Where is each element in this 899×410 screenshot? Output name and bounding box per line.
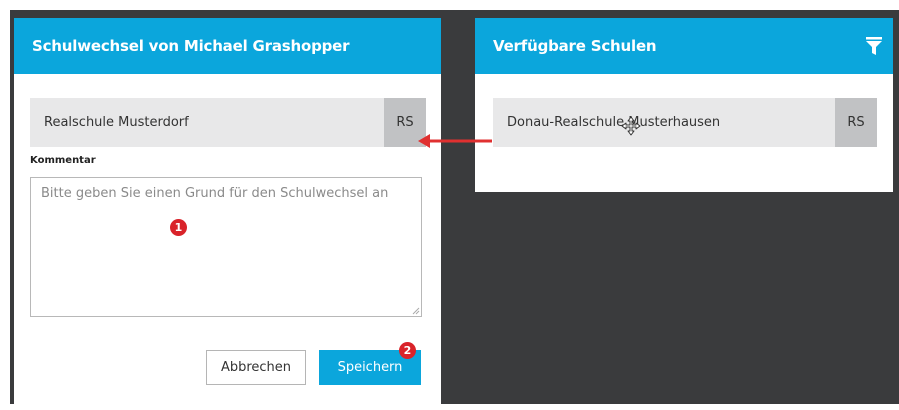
selected-school-item[interactable]: Realschule Musterdorf RS [30,98,426,147]
frame-left [0,0,10,410]
school-change-header: Schulwechsel von Michael Grashopper [14,18,441,74]
frame-top [0,0,899,10]
frame-bottom [0,404,899,410]
drag-arrow-icon [418,134,492,148]
resize-handle-icon[interactable] [412,307,420,315]
comment-field[interactable] [30,177,422,317]
move-cursor-icon [621,116,641,136]
filter-icon[interactable] [865,36,883,56]
available-school-item[interactable]: Donau-Realschule Musterhausen RS [493,98,877,147]
panel-title: Verfügbare Schulen [493,37,657,55]
cancel-button[interactable]: Abbrechen [206,350,306,385]
panel-title: Schulwechsel von Michael Grashopper [32,37,350,55]
selected-school-name: Realschule Musterdorf [44,115,189,130]
available-schools-panel: Verfügbare Schulen Donau-Realschule Must… [475,18,893,192]
school-type-badge: RS [835,98,877,147]
available-school-name: Donau-Realschule Musterhausen [507,115,721,130]
annotation-marker-1: 1 [170,219,187,236]
school-change-panel: Schulwechsel von Michael Grashopper Real… [14,18,441,404]
annotation-marker-2: 2 [399,342,416,359]
available-schools-header: Verfügbare Schulen [475,18,893,74]
comment-label: Kommentar [30,155,96,166]
